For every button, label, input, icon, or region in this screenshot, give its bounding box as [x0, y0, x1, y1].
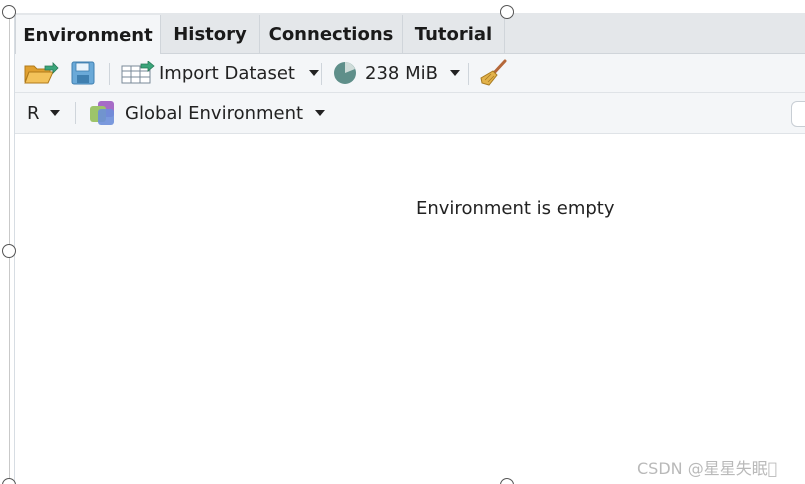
language-selector[interactable]: R: [27, 93, 60, 133]
tab-environment-label: Environment: [23, 24, 153, 46]
environment-scope-selector[interactable]: Global Environment: [89, 93, 326, 133]
tab-connections[interactable]: Connections: [260, 15, 403, 54]
tab-connections-label: Connections: [268, 24, 394, 45]
environment-layers-icon: [90, 101, 114, 125]
chevron-down-icon: [449, 70, 460, 76]
import-dataset-label: Import Dataset: [159, 62, 295, 84]
resize-handle[interactable]: [2, 244, 16, 258]
watermark: CSDN @星星失眠 : [637, 459, 778, 478]
tab-environment[interactable]: Environment: [15, 15, 161, 55]
toolbar-separator: [321, 63, 322, 85]
tab-tutorial[interactable]: Tutorial: [403, 15, 505, 54]
chevron-down-icon: [315, 110, 326, 116]
table-import-icon: [121, 61, 155, 84]
toolbar-separator: [468, 63, 469, 85]
chevron-down-icon: [308, 70, 319, 76]
environment-scope-bar: R Global Environment: [15, 93, 805, 134]
memory-usage-button[interactable]: 238 MiB: [333, 54, 460, 92]
language-label: R: [27, 102, 40, 124]
resize-handle[interactable]: [500, 5, 514, 19]
memory-usage-label: 238 MiB: [365, 62, 438, 84]
save-disk-icon: [71, 61, 95, 85]
tab-history-label: History: [173, 24, 247, 45]
clear-workspace-button[interactable]: [479, 54, 509, 92]
tab-bar: Environment History Connections Tutorial: [15, 13, 805, 55]
tab-tutorial-label: Tutorial: [414, 24, 493, 45]
empty-environment-message: Environment is empty: [416, 198, 615, 219]
toolbar-separator: [109, 63, 110, 85]
toolbar-separator: [75, 102, 76, 124]
chevron-down-icon: [49, 110, 60, 116]
load-workspace-button[interactable]: [23, 54, 59, 92]
environment-scope-label: Global Environment: [125, 102, 304, 124]
screenshot-root: Environment History Connections Tutorial: [0, 0, 805, 484]
resize-handle[interactable]: [2, 5, 16, 19]
search-input[interactable]: [791, 101, 805, 127]
workspace-toolbar: Import Dataset 238 MiB: [15, 54, 805, 93]
save-workspace-button[interactable]: [71, 54, 95, 92]
import-dataset-button[interactable]: Import Dataset: [121, 54, 319, 92]
broom-icon: [480, 59, 507, 86]
memory-pie-icon: [334, 62, 356, 84]
folder-open-icon: [24, 62, 59, 84]
environment-pane: Environment History Connections Tutorial: [15, 13, 805, 484]
tab-history[interactable]: History: [161, 15, 260, 54]
